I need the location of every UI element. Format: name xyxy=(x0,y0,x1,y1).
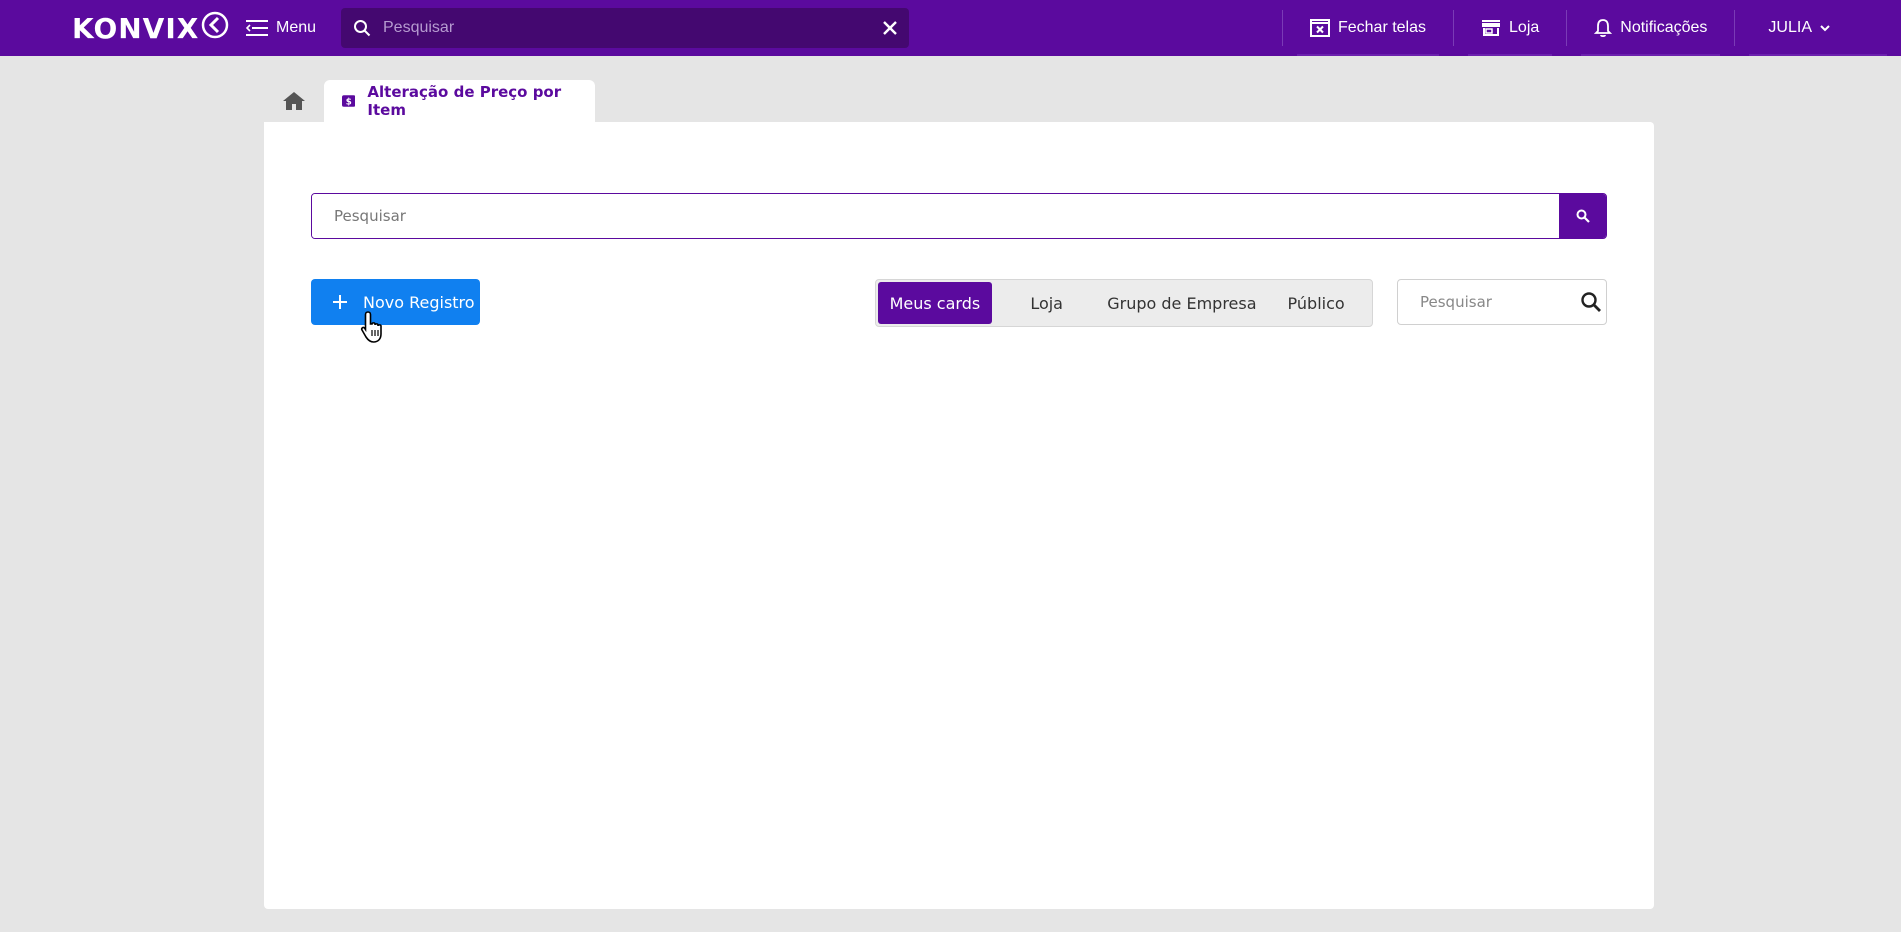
plus-icon xyxy=(333,295,347,309)
main-search-input[interactable] xyxy=(312,194,1559,238)
tab-price-change-by-item[interactable]: $ Alteração de Preço por Item xyxy=(324,80,595,122)
konvix-logo[interactable]: KONVIX xyxy=(72,11,229,45)
close-screens-button[interactable]: Fechar telas xyxy=(1283,0,1453,56)
filter-label: Grupo de Empresa xyxy=(1107,293,1257,313)
user-menu-button[interactable]: JULIA xyxy=(1735,0,1901,56)
filter-my-cards[interactable]: Meus cards xyxy=(878,282,992,324)
topbar-actions: Fechar telas Loja Notificações JULIA xyxy=(1281,0,1901,56)
search-icon xyxy=(1576,209,1590,223)
bell-icon xyxy=(1594,19,1613,38)
svg-text:$: $ xyxy=(346,97,352,107)
search-icon xyxy=(354,20,371,37)
store-label: Loja xyxy=(1509,19,1540,36)
global-search-box xyxy=(341,8,909,48)
filter-public[interactable]: Público xyxy=(1262,282,1370,324)
filter-store[interactable]: Loja xyxy=(992,282,1102,324)
store-icon xyxy=(1482,20,1501,36)
home-icon xyxy=(283,92,305,110)
card-visibility-filter: Meus cards Loja Grupo de Empresa Público xyxy=(875,279,1373,327)
logo-emblem-icon xyxy=(202,11,229,39)
hamburger-menu-icon xyxy=(246,20,268,36)
item-underline xyxy=(1468,54,1553,56)
chevron-down-icon xyxy=(1820,25,1830,32)
menu-button[interactable]: Menu xyxy=(246,14,316,42)
close-icon xyxy=(883,21,897,35)
search-icon[interactable] xyxy=(1580,291,1602,313)
filter-label: Público xyxy=(1287,293,1345,313)
main-content-panel: Novo Registro Meus cards Loja Grupo de E… xyxy=(264,122,1654,909)
top-navigation-bar: KONVIX Menu Pesquisar Fechar telas Loja … xyxy=(0,0,1901,56)
price-tag-icon: $ xyxy=(342,95,356,107)
menu-label: Menu xyxy=(276,19,317,36)
tab-label: Alteração de Preço por Item xyxy=(367,83,562,119)
new-record-label: Novo Registro xyxy=(363,292,475,312)
notifications-button[interactable]: Notificações xyxy=(1567,0,1734,56)
cards-search-box xyxy=(1397,279,1607,325)
filter-company-group[interactable]: Grupo de Empresa xyxy=(1102,282,1263,324)
home-tab[interactable] xyxy=(264,80,324,122)
user-name: JULIA xyxy=(1768,19,1812,36)
close-screens-label: Fechar telas xyxy=(1337,19,1427,36)
notifications-label: Notificações xyxy=(1620,19,1708,36)
cards-search-input[interactable] xyxy=(1420,293,1580,311)
filter-label: Meus cards xyxy=(889,293,981,313)
filter-label: Loja xyxy=(1030,293,1063,313)
clear-search-button[interactable] xyxy=(883,21,897,35)
item-underline xyxy=(1296,54,1440,56)
main-search-button[interactable] xyxy=(1559,194,1606,238)
global-search-input[interactable] xyxy=(383,19,883,37)
new-record-button[interactable]: Novo Registro xyxy=(311,279,480,325)
close-window-icon xyxy=(1309,19,1330,37)
logo-text: KONVIX xyxy=(72,11,200,45)
main-search-bar xyxy=(311,193,1607,239)
item-underline xyxy=(1581,54,1721,56)
store-button[interactable]: Loja xyxy=(1454,0,1566,56)
item-underline xyxy=(1749,54,1887,56)
